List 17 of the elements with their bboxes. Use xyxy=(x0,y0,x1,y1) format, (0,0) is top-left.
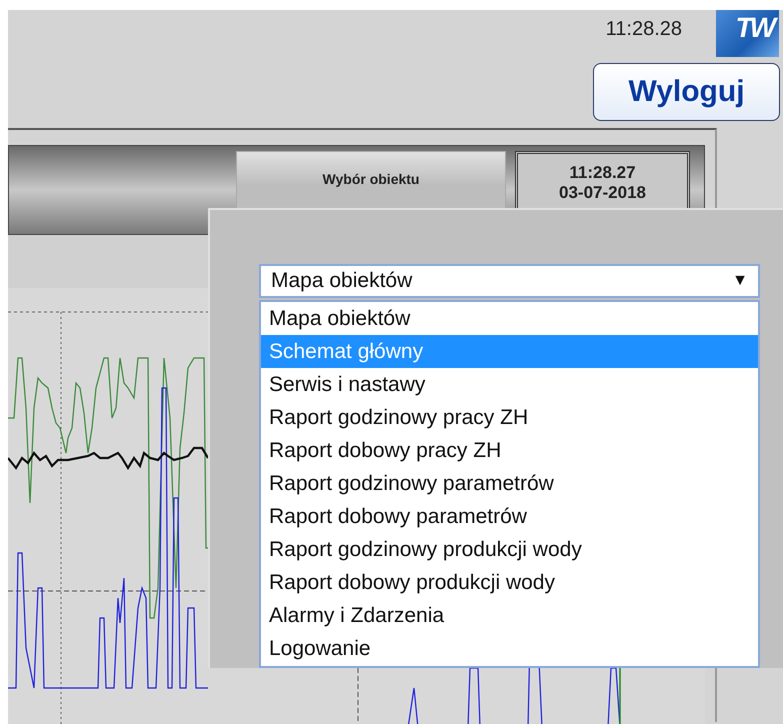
dropdown-option[interactable]: Raport dobowy produkcji wody xyxy=(261,566,758,599)
dropdown-arrow[interactable]: ▼ xyxy=(732,272,748,290)
dropdown-option[interactable]: Mapa obiektów xyxy=(261,302,758,335)
logout-button[interactable]: Wyloguj xyxy=(593,63,780,121)
clock-time: 11:28.28 xyxy=(606,18,682,41)
date-text: 03-07-2018 xyxy=(559,183,646,203)
dropdown-option[interactable]: Raport godzinowy parametrów xyxy=(261,467,758,500)
dropdown-option[interactable]: Raport godzinowy produkcji wody xyxy=(261,533,758,566)
logo: TW xyxy=(716,10,779,57)
dropdown-option[interactable]: Alarmy i Zdarzenia xyxy=(261,599,758,632)
dropdown-option[interactable]: Logowanie xyxy=(261,632,758,665)
page-select[interactable]: Mapa obiektów ▼ xyxy=(259,264,760,298)
dropdown-option[interactable]: Raport dobowy pracy ZH xyxy=(261,434,758,467)
dropdown-option[interactable]: Raport dobowy parametrów xyxy=(261,500,758,533)
dropdown-option[interactable]: Raport godzinowy pracy ZH xyxy=(261,401,758,434)
time-text: 11:28.27 xyxy=(569,163,636,183)
dropdown-option[interactable]: Serwis i nastawy xyxy=(261,368,758,401)
